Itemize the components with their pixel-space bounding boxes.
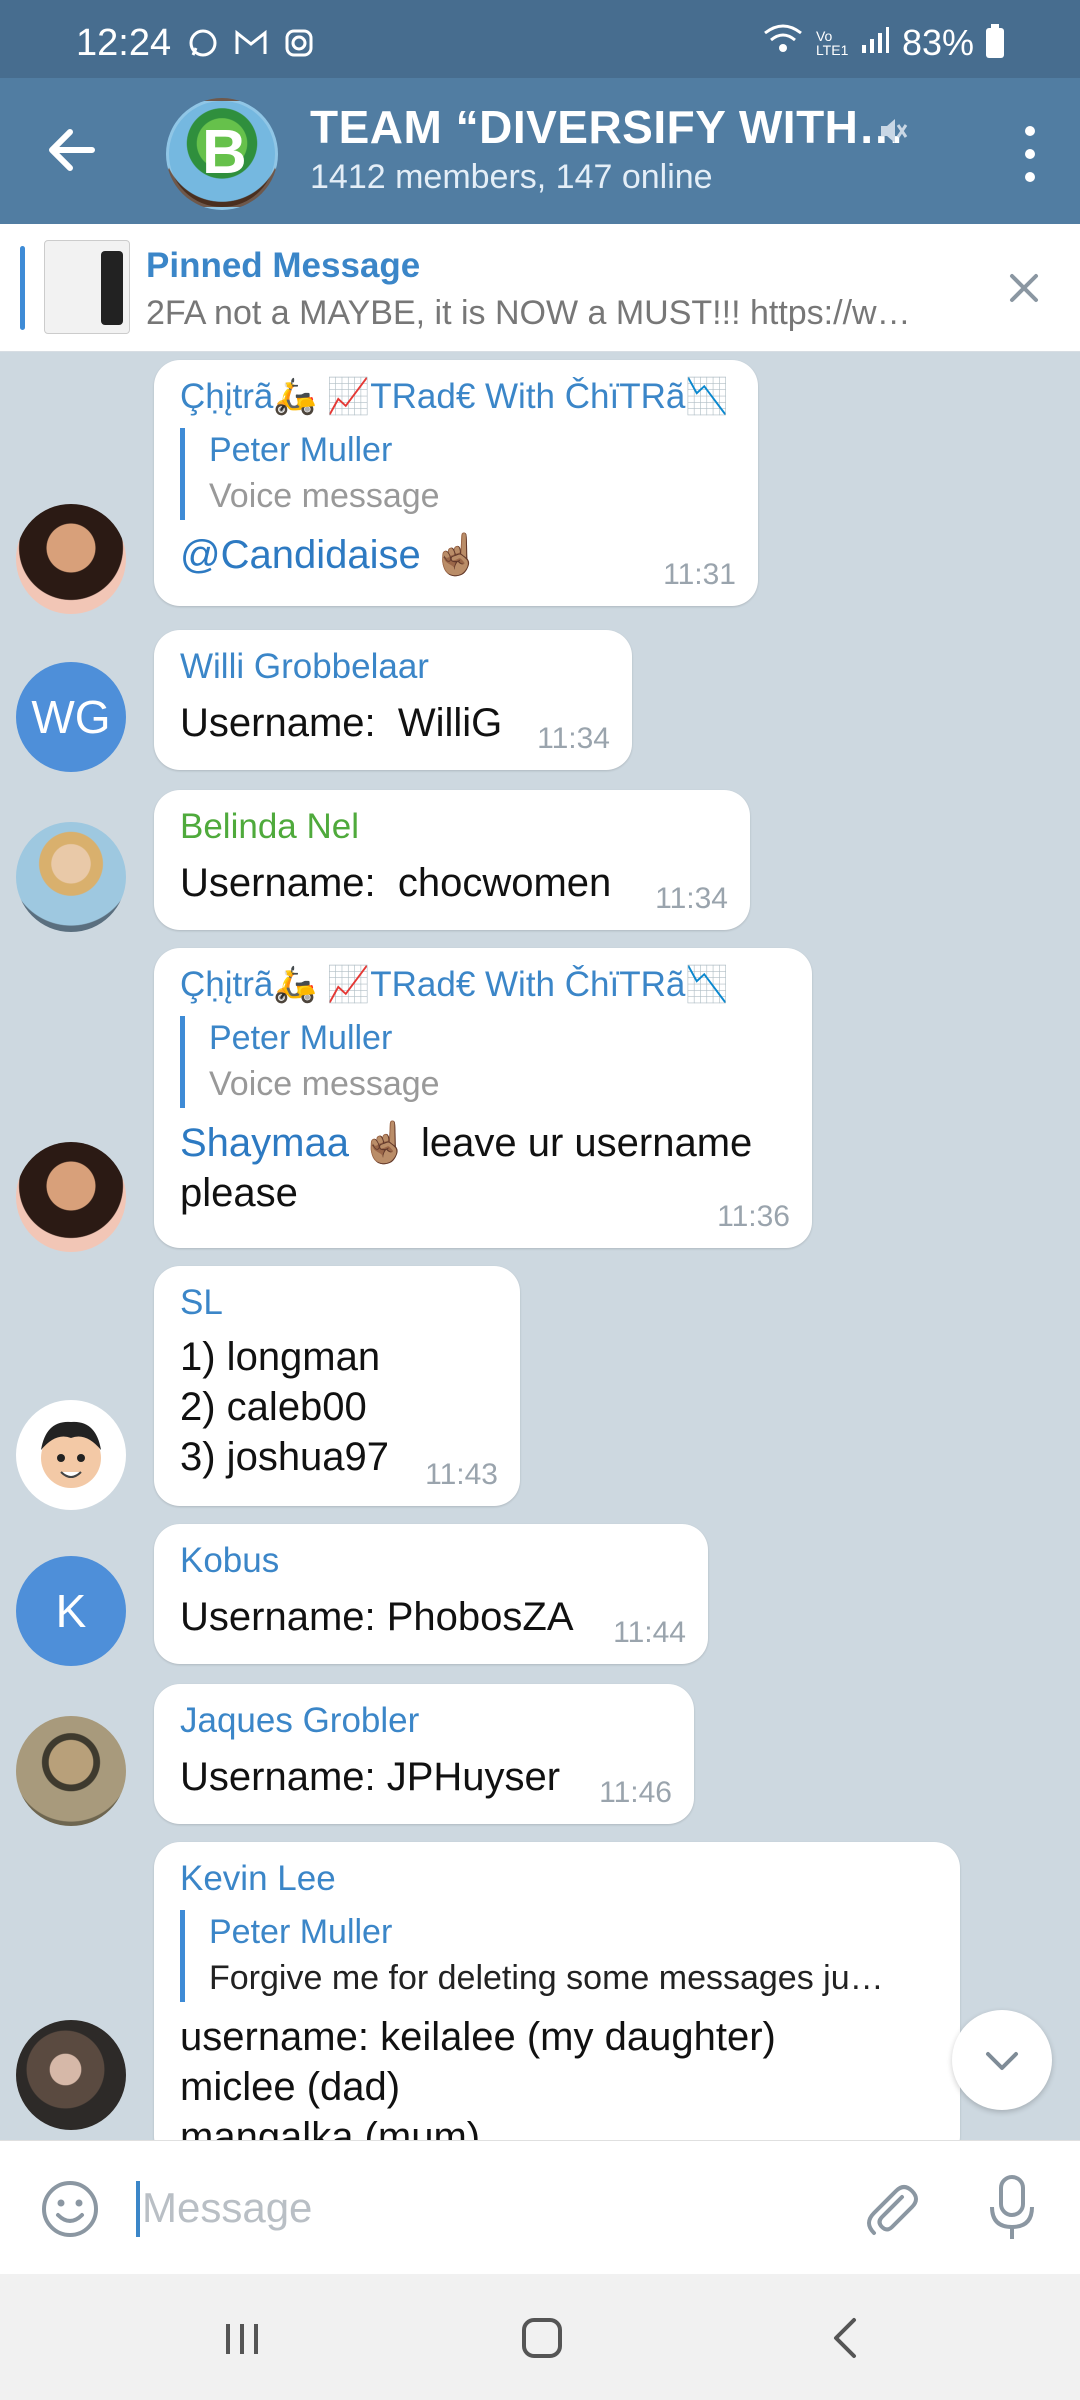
- avatar[interactable]: [16, 1400, 126, 1510]
- message-sender[interactable]: Jaques Grobler: [180, 1698, 668, 1744]
- message-bubble[interactable]: SL 1) longman 2) caleb00 3) joshua97 11:…: [154, 1266, 520, 1506]
- mention-link[interactable]: @Candidaise: [180, 533, 421, 577]
- message-text: Username: PhobosZA: [180, 1595, 574, 1639]
- avatar[interactable]: WG: [16, 662, 126, 772]
- reply-quote[interactable]: Peter Muller Forgive me for deleting som…: [180, 1910, 934, 2002]
- message-sender[interactable]: SL: [180, 1280, 494, 1326]
- reply-sender: Peter Muller: [209, 431, 393, 469]
- muted-icon: [875, 114, 909, 148]
- close-icon[interactable]: [998, 262, 1050, 314]
- message-time: 11:43: [425, 1458, 498, 1491]
- reply-sender: Peter Muller: [209, 1019, 393, 1057]
- message-text: Shaymaa ☝🏽 leave ur username please: [180, 1121, 753, 1215]
- group-avatar[interactable]: [166, 98, 278, 210]
- message-time: 11:46: [599, 1776, 672, 1809]
- avatar[interactable]: K: [16, 1556, 126, 1666]
- whatsapp-icon: [186, 26, 220, 60]
- message-text: Username: JPHuyser: [180, 1755, 561, 1799]
- reply-text: Forgive me for deleting some messages ju…: [209, 1959, 884, 1997]
- text-cursor: [136, 2181, 140, 2237]
- recent-apps-icon[interactable]: [212, 2308, 272, 2368]
- message-list[interactable]: Çḥįtrã🛵 📈TRad€ With ČhïTRã📉 Peter Muller…: [0, 352, 1080, 2140]
- avatar[interactable]: [16, 822, 126, 932]
- microphone-icon[interactable]: [980, 2173, 1044, 2243]
- pinned-thumbnail: [44, 240, 130, 334]
- system-nav-bar: [0, 2274, 1080, 2400]
- back-icon[interactable]: [816, 2308, 876, 2368]
- home-icon[interactable]: [512, 2308, 572, 2368]
- message-sender[interactable]: Willi Grobbelaar: [180, 644, 606, 690]
- gmail-icon: [234, 26, 268, 60]
- battery-percent: 83%: [901, 22, 974, 63]
- avatar[interactable]: [16, 1142, 126, 1252]
- message-bubble[interactable]: Çḥįtrã🛵 📈TRad€ With ČhïTRã📉 Peter Muller…: [154, 360, 758, 606]
- message-time: 11:34: [655, 882, 728, 915]
- status-time: 12:24: [76, 22, 172, 64]
- message-sender[interactable]: Kobus: [180, 1538, 682, 1584]
- pinned-indicator: [20, 246, 25, 330]
- avatar[interactable]: [16, 2020, 126, 2130]
- message-text: Username: chocwomen: [180, 861, 612, 905]
- message-bubble[interactable]: Willi Grobbelaar Username: WilliG 11:34: [154, 630, 632, 770]
- message-text: @Candidaise ☝🏽: [180, 533, 482, 577]
- reply-quote[interactable]: Peter Muller Voice message: [180, 1016, 786, 1108]
- back-arrow-icon[interactable]: [40, 118, 104, 182]
- chat-title[interactable]: TEAM “DIVERSIFY WITH…: [310, 100, 905, 154]
- reply-quote[interactable]: Peter Muller Voice message: [180, 428, 732, 520]
- message-bubble[interactable]: Kobus Username: PhobosZA 11:44: [154, 1524, 708, 1664]
- signal-icon: [860, 22, 890, 64]
- reply-sender: Peter Muller: [209, 1913, 393, 1951]
- paperclip-icon[interactable]: [858, 2175, 924, 2241]
- more-options-icon[interactable]: [1020, 126, 1040, 182]
- notification-icons: [186, 26, 316, 60]
- message-time: 11:44: [613, 1616, 686, 1649]
- message-bubble[interactable]: Belinda Nel Username: chocwomen 11:34: [154, 790, 750, 930]
- pinned-text: 2FA not a MAYBE, it is NOW a MUST!!! htt…: [146, 294, 911, 332]
- wifi-icon: [762, 22, 804, 64]
- scroll-down-button[interactable]: [952, 2010, 1052, 2110]
- reply-text: Voice message: [209, 477, 440, 515]
- status-right: Vo LTE1 83%: [762, 22, 1004, 64]
- volte-label: Vo LTE1: [815, 28, 849, 58]
- avatar[interactable]: [16, 504, 126, 614]
- message-time: 11:31: [663, 558, 736, 591]
- instagram-icon: [282, 26, 316, 60]
- message-bubble[interactable]: Çḥįtrã🛵 📈TRad€ With ČhïTRã📉 Peter Muller…: [154, 948, 812, 1248]
- message-text: username: keilalee (my daughter) miclee …: [180, 2015, 776, 2140]
- pinned-message-bar[interactable]: Pinned Message 2FA not a MAYBE, it is NO…: [0, 224, 1080, 352]
- avatar[interactable]: [16, 1716, 126, 1826]
- status-bar: 12:24 Vo LTE1 83%: [0, 0, 1080, 78]
- battery-icon: [986, 24, 1004, 58]
- message-bubble[interactable]: Kevin Lee Peter Muller Forgive me for de…: [154, 1842, 960, 2140]
- message-composer: [0, 2140, 1080, 2274]
- chat-member-count: 1412 members, 147 online: [310, 158, 713, 196]
- message-bubble[interactable]: Jaques Grobler Username: JPHuyser 11:46: [154, 1684, 694, 1824]
- message-time: 11:36: [717, 1200, 790, 1233]
- emoji-icon[interactable]: [40, 2179, 100, 2239]
- message-time: 11:34: [537, 722, 610, 755]
- message-sender[interactable]: Çḥįtrã🛵 📈TRad€ With ČhïTRã📉: [180, 374, 732, 420]
- message-sender[interactable]: Çḥįtrã🛵 📈TRad€ With ČhïTRã📉: [180, 962, 786, 1008]
- chat-header: TEAM “DIVERSIFY WITH… 1412 members, 147 …: [0, 78, 1080, 224]
- message-sender[interactable]: Kevin Lee: [180, 1856, 934, 1902]
- pinned-label: Pinned Message: [146, 246, 421, 285]
- message-input[interactable]: [142, 2171, 822, 2245]
- chevron-down-icon: [986, 2052, 1018, 2070]
- mention-link[interactable]: Shaymaa: [180, 1121, 349, 1165]
- reply-text: Voice message: [209, 1065, 440, 1103]
- message-sender[interactable]: Belinda Nel: [180, 804, 724, 850]
